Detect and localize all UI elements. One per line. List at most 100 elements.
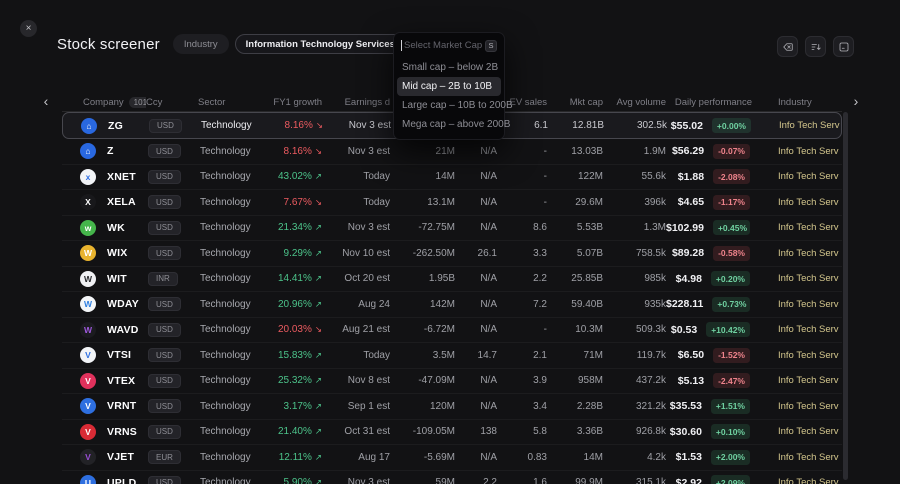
- company-cell: W WDAY: [62, 296, 146, 313]
- column-header[interactable]: Industry: [778, 97, 842, 108]
- currency-cell: USD: [146, 399, 198, 414]
- avg-volume-cell: 315.1k: [635, 477, 666, 484]
- table-row[interactable]: w WK USD Technology 21.34% ↗ Nov 3 est -72.75M N…: [62, 216, 842, 241]
- column-header[interactable]: Avg volume: [603, 97, 666, 108]
- daily-performance-cell: $4.98 +0.20%: [666, 271, 778, 287]
- sector-cell: Technology: [200, 171, 251, 183]
- page-title: Stock screener: [57, 35, 160, 53]
- company-cell: x XNET: [62, 168, 146, 185]
- filter-pill-label: Information Technology Services: [245, 38, 395, 50]
- fy1-growth-cell: 12.11% ↗: [268, 452, 322, 463]
- ticker-symbol: VRNT: [107, 400, 137, 413]
- table-row[interactable]: V VTEX USD Technology 25.32% ↗ Nov 8 est -47.09…: [62, 369, 842, 394]
- trend-up-icon: ↗: [314, 451, 322, 462]
- currency-cell: USD: [146, 297, 198, 312]
- currency-cell: USD: [146, 322, 198, 337]
- earnings-date-cell: Nov 3 est: [348, 120, 391, 131]
- daily-change-badge: +0.20%: [710, 271, 750, 287]
- dropdown-option[interactable]: Mega cap – above 200B: [394, 115, 510, 134]
- column-header[interactable]: Daily performance: [666, 97, 778, 108]
- growth-percent: 3.17%: [283, 400, 312, 412]
- table-row[interactable]: X XELA USD Technology 7.67% ↘ Today 13.1M N/A - 29…: [62, 190, 842, 216]
- growth-percent: 20.96%: [277, 298, 312, 310]
- earnings-date-cell: Today: [363, 171, 390, 183]
- company-cell: W WIT: [62, 270, 146, 287]
- metric2-cell: N/A: [480, 171, 497, 183]
- currency-badge: USD: [148, 246, 181, 261]
- screener-table: Company 101 Ccy Sector FY1 growth Earnings d E…: [62, 94, 842, 484]
- trend-up-icon: ↗: [314, 426, 322, 437]
- table-row[interactable]: U UPLD USD Technology 5.90% ↗ Nov 3 est 59M 2.2 1…: [62, 471, 842, 484]
- stock-screener-window: × Stock screener Industry Information Tec…: [0, 0, 900, 484]
- daily-change-badge: +2.09%: [710, 475, 750, 484]
- table-row[interactable]: W WIX USD Technology 9.29% ↗ Nov 10 est -262.50…: [62, 241, 842, 267]
- earnings-date-cell: Nov 8 est: [347, 375, 390, 387]
- daily-change-badge: -0.07%: [713, 143, 750, 159]
- market-cap-search-input[interactable]: Select Market Cap S: [394, 33, 504, 58]
- scroll-right-chevron-icon[interactable]: ›: [848, 92, 864, 110]
- ev-sales-cell: 2.1: [533, 349, 547, 361]
- column-header[interactable]: Sector: [198, 97, 268, 108]
- dropdown-placeholder: Select Market Cap: [404, 40, 483, 51]
- company-cell: ⌂ ZG: [63, 117, 147, 134]
- table-row[interactable]: V VRNT USD Technology 3.17% ↗ Sep 1 est 120M N/A…: [62, 394, 842, 420]
- filter-pill[interactable]: Information Technology Services×: [234, 34, 418, 54]
- metric1-cell: -262.50M: [412, 247, 455, 259]
- vertical-scrollbar[interactable]: [843, 112, 848, 480]
- fy1-growth-value: 8.16% ↘: [285, 120, 323, 131]
- column-header[interactable]: Ccy: [146, 97, 198, 108]
- ticker-symbol: VTSI: [107, 349, 132, 362]
- table-row[interactable]: W WDAY USD Technology 20.96% ↗ Aug 24 142M N/A 7.…: [62, 292, 842, 318]
- industry-cell: Info Tech Serv: [778, 426, 842, 437]
- industry-cell: Info Tech Serv: [778, 273, 842, 284]
- fy1-growth-value: 43.02% ↗: [278, 171, 322, 182]
- dropdown-option[interactable]: Large cap – 10B to 200B: [394, 96, 513, 115]
- scroll-left-chevron-icon[interactable]: ‹: [38, 92, 54, 110]
- metric2-cell: N/A: [480, 400, 497, 412]
- dropdown-option[interactable]: Small cap – below 2B: [394, 58, 504, 77]
- column-header[interactable]: Mkt cap: [547, 97, 603, 108]
- ev-sales-cell: 1.6: [533, 477, 547, 484]
- avg-volume-cell: 1.9M: [643, 145, 666, 157]
- currency-badge: USD: [148, 220, 181, 235]
- table-row[interactable]: ⌂ Z USD Technology 8.16% ↘ Nov 3 est 21M N/A -13.…: [62, 139, 842, 165]
- currency-badge: USD: [148, 322, 181, 337]
- backspace-icon-button[interactable]: [777, 36, 798, 57]
- column-header-company[interactable]: Company 101: [62, 97, 146, 108]
- mkt-cap-cell: 71M: [583, 349, 603, 361]
- table-row[interactable]: W WIT INR Technology 14.41% ↗ Oct 20 est 1.95B N…: [62, 267, 842, 292]
- metric2-cell: N/A: [480, 145, 497, 157]
- ticker-symbol: VJET: [107, 451, 135, 464]
- growth-percent: 43.02%: [277, 171, 312, 183]
- fy1-growth-value: 8.16% ↘: [284, 146, 322, 157]
- table-row[interactable]: x XNET USD Technology 43.02% ↗ Today 14M N/A - 122…: [62, 165, 842, 190]
- table-row[interactable]: V VJET EUR Technology 12.11% ↗ Aug 17 -5.69M N/A…: [62, 445, 842, 471]
- table-row[interactable]: V VTSI USD Technology 15.83% ↗ Today 3.5M 14.7 2.…: [62, 343, 842, 369]
- close-icon[interactable]: ×: [20, 20, 37, 37]
- growth-percent: 12.11%: [278, 451, 312, 463]
- trend-down-icon: ↘: [314, 145, 322, 156]
- daily-performance-cell: $56.29 -0.07%: [666, 143, 778, 159]
- filter-pill[interactable]: Industry: [172, 34, 229, 54]
- daily-performance-cell: $1.88 -2.08%: [666, 169, 778, 185]
- feedback-icon-button[interactable]: [833, 36, 854, 57]
- currency-cell: INR: [146, 271, 198, 286]
- table-row[interactable]: V VRNS USD Technology 21.40% ↗ Oct 31 est -109.…: [62, 420, 842, 445]
- daily-performance-cell: $55.02 +0.00%: [667, 118, 779, 133]
- dropdown-option[interactable]: Mid cap – 2B to 10B: [397, 77, 501, 96]
- daily-change-badge: +0.73%: [712, 296, 750, 312]
- industry-label: Info Tech Serv: [779, 120, 840, 131]
- industry-cell: Info Tech Serv: [778, 222, 842, 233]
- currency-badge: USD: [148, 475, 181, 484]
- mkt-cap-cell: 25.85B: [571, 273, 603, 285]
- sort-icon-button[interactable]: [805, 36, 826, 57]
- column-header[interactable]: FY1 growth: [268, 97, 322, 108]
- currency-cell: USD: [146, 424, 198, 439]
- fy1-growth-cell: 20.96% ↗: [268, 299, 322, 310]
- daily-performance-cell: $1.53 +2.00%: [666, 449, 778, 465]
- column-header[interactable]: Earnings d: [322, 97, 390, 108]
- currency-cell: USD: [146, 144, 198, 159]
- ev-sales-cell: -: [543, 171, 547, 183]
- table-row[interactable]: W WAVD USD Technology 20.03% ↘ Aug 21 est -6.72…: [62, 318, 842, 343]
- earnings-date-cell: Oct 20 est: [344, 273, 390, 285]
